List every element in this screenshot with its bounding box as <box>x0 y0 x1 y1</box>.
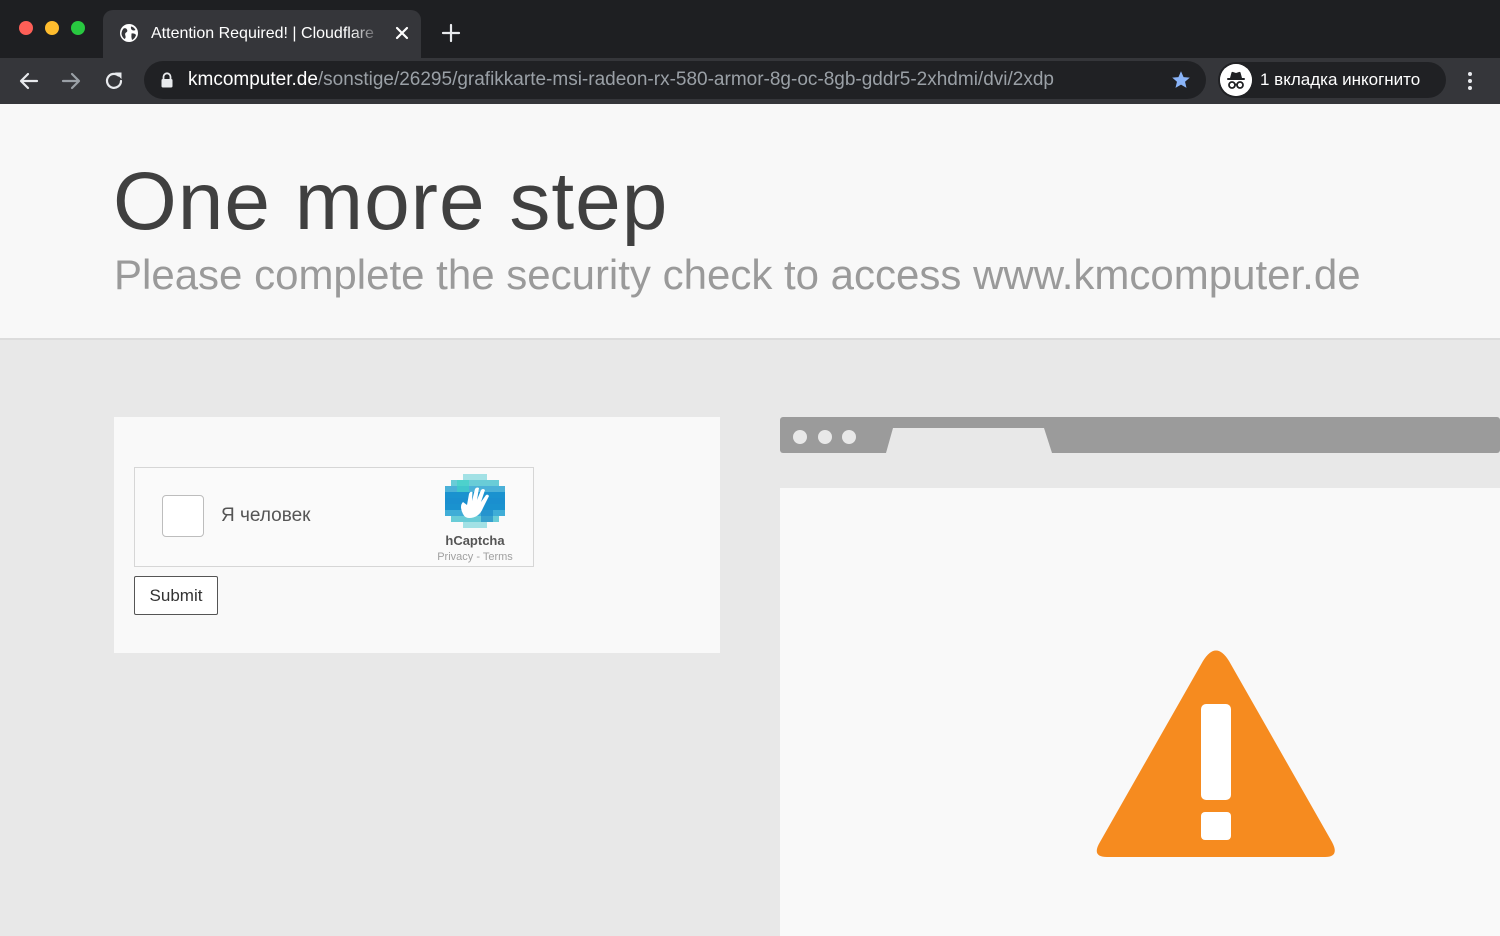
human-checkbox[interactable] <box>162 495 204 537</box>
browser-warning-illustration <box>780 417 1500 936</box>
close-icon[interactable] <box>391 22 413 44</box>
incognito-icon <box>1220 64 1252 96</box>
illustration-dot-icon <box>818 430 832 444</box>
forward-arrow-icon[interactable] <box>57 67 85 95</box>
incognito-label: 1 вкладка инкогнито <box>1260 70 1421 89</box>
page-title: One more step <box>113 156 669 247</box>
url-text: kmcomputer.de/sonstige/26295/grafikkarte… <box>188 69 1054 91</box>
minimize-window-button[interactable] <box>45 21 59 35</box>
close-window-button[interactable] <box>19 21 33 35</box>
illustration-dot-icon <box>793 430 807 444</box>
address-bar[interactable]: kmcomputer.de/sonstige/26295/grafikkarte… <box>144 61 1206 99</box>
kebab-menu-icon[interactable] <box>1458 68 1482 94</box>
illustration-tab <box>886 428 1052 453</box>
reload-icon[interactable] <box>100 67 128 95</box>
illustration-window-body <box>780 488 1500 936</box>
hcaptcha-brand: hCaptcha <box>445 533 505 548</box>
tab-title: Attention Required! | Cloudflare <box>151 25 374 42</box>
globe-icon <box>120 24 138 42</box>
privacy-terms-links[interactable]: Privacy - Terms <box>415 550 535 564</box>
lock-icon <box>161 72 173 88</box>
url-host: kmcomputer.de <box>188 69 318 90</box>
back-arrow-icon[interactable] <box>15 67 43 95</box>
maximize-window-button[interactable] <box>71 21 85 35</box>
tab-strip: Attention Required! | Cloudflare <box>0 0 1500 58</box>
checkbox-label: Я человек <box>221 505 311 526</box>
submit-button[interactable]: Submit <box>134 576 218 615</box>
hcaptcha-widget: Я человек hCaptcha Privacy - Terms <box>134 467 534 567</box>
url-path: /sonstige/26295/grafikkarte-msi-radeon-r… <box>317 69 1054 90</box>
page-header: One more step Please complete the securi… <box>0 104 1500 340</box>
illustration-dot-icon <box>842 430 856 444</box>
active-tab[interactable]: Attention Required! | Cloudflare <box>103 10 421 58</box>
browser-chrome: Attention Required! | Cloudflare kmcompu… <box>0 0 1500 104</box>
star-icon[interactable] <box>1170 69 1192 91</box>
incognito-indicator[interactable]: 1 вкладка инкогнито <box>1218 62 1446 98</box>
hcaptcha-logo-icon <box>445 474 505 528</box>
plus-icon[interactable] <box>438 20 464 46</box>
captcha-panel: Я человек hCaptcha Privacy - Terms Submi… <box>114 417 720 653</box>
browser-toolbar: kmcomputer.de/sonstige/26295/grafikkarte… <box>0 58 1500 104</box>
page-subtitle: Please complete the security check to ac… <box>114 251 1361 298</box>
